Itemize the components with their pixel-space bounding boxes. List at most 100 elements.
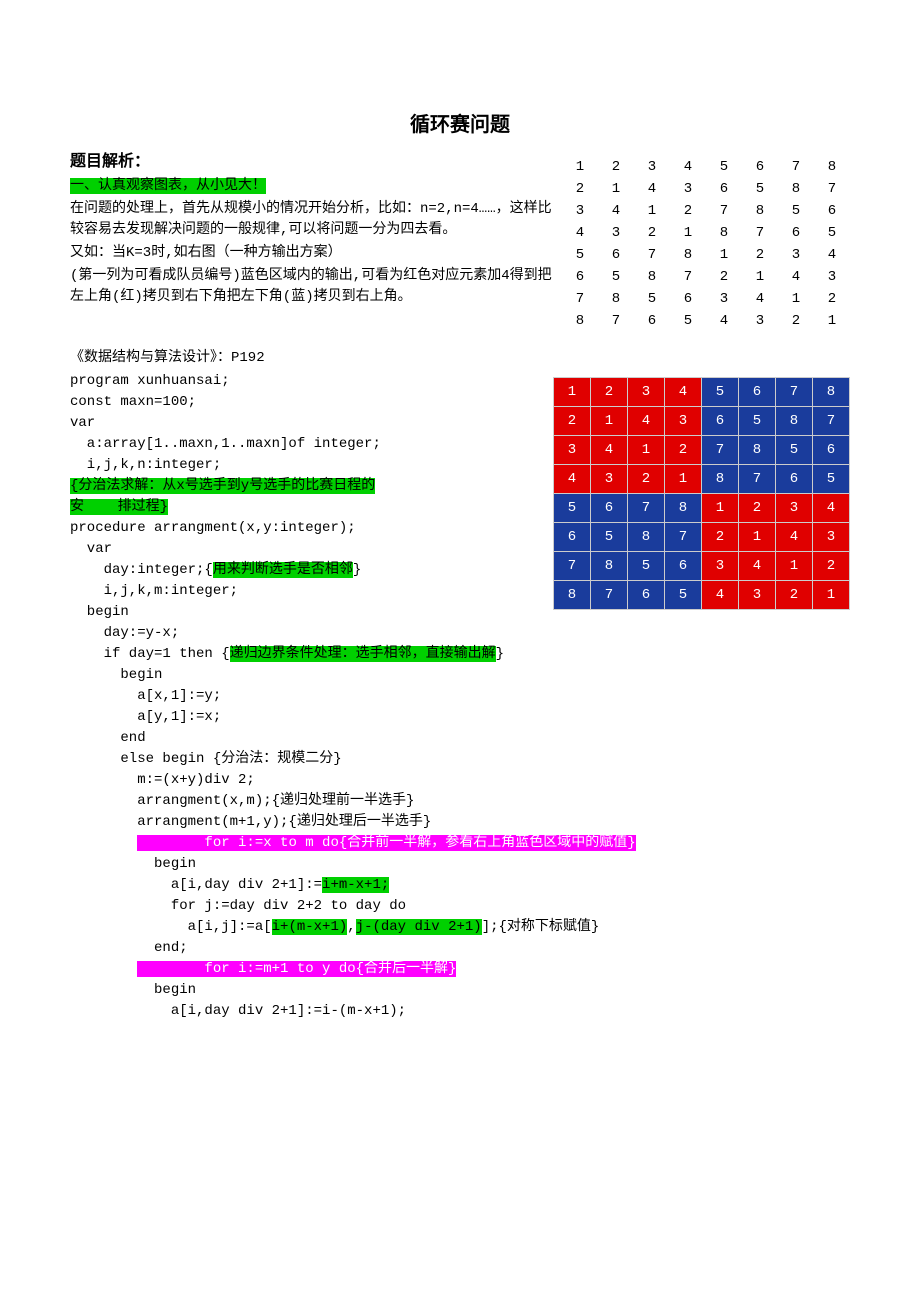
grid-cell: 2 [598, 156, 634, 178]
grid-cell: 6 [776, 465, 813, 494]
code-line: if day=1 then { [70, 646, 230, 662]
grid-cell: 1 [739, 523, 776, 552]
grid-cell: 3 [814, 266, 850, 288]
grid-cell: 8 [670, 244, 706, 266]
code-comment-hl: 安 排过程} [70, 499, 168, 515]
grid-cell: 3 [706, 288, 742, 310]
grid-cell: 3 [591, 465, 628, 494]
grid-cell: 8 [813, 378, 850, 407]
code-line: m:=(x+y)div 2; [70, 772, 255, 788]
code-line: a[i,j]:=a[ [70, 919, 272, 935]
code-line: begin [70, 856, 196, 872]
grid-cell: 3 [670, 178, 706, 200]
grid-cell: 5 [562, 244, 598, 266]
grid-cell: 3 [598, 222, 634, 244]
grid-cell: 7 [776, 378, 813, 407]
code-line: a[i,day div 2+1]:= [70, 877, 322, 893]
grid-cell: 5 [776, 436, 813, 465]
code-line: program xunhuansai; [70, 373, 230, 389]
grid-cell: 6 [562, 266, 598, 288]
code-line: a[i,day div 2+1]:=i-(m-x+1); [70, 1003, 406, 1019]
grid-cell: 7 [813, 407, 850, 436]
grid-cell: 2 [778, 310, 814, 332]
grid-cell: 8 [562, 310, 598, 332]
grid-cell: 3 [665, 407, 702, 436]
grid-cell: 2 [554, 407, 591, 436]
grid-cell: 3 [562, 200, 598, 222]
grid-cell: 4 [562, 222, 598, 244]
grid-cell: 2 [628, 465, 665, 494]
grid-cell: 8 [742, 200, 778, 222]
grid-cell: 3 [776, 494, 813, 523]
grid-cell: 1 [670, 222, 706, 244]
grid-cell: 2 [706, 266, 742, 288]
grid-cell: 4 [591, 436, 628, 465]
grid-cell: 8 [776, 407, 813, 436]
grid-cell: 8 [778, 178, 814, 200]
grid-cell: 8 [554, 581, 591, 610]
grid-cell: 3 [778, 244, 814, 266]
grid-cell: 4 [670, 156, 706, 178]
grid-cell: 1 [665, 465, 702, 494]
grid-cell: 2 [776, 581, 813, 610]
grid-cell: 7 [742, 222, 778, 244]
code-line-hl: for i:=x to m do{合并前一半解，参看右上角蓝色区域中的赋值} [137, 835, 635, 851]
grid-cell: 2 [665, 436, 702, 465]
grid-cell: 4 [702, 581, 739, 610]
grid-cell: 6 [706, 178, 742, 200]
code-comment-hl: {分治法求解：从x号选手到y号选手的比赛日程的 [70, 478, 375, 494]
code-line: var [70, 541, 112, 557]
code-line: ];{对称下标赋值} [482, 919, 600, 935]
grid-cell: 7 [562, 288, 598, 310]
grid-cell: 5 [634, 288, 670, 310]
grid-cell: 3 [628, 378, 665, 407]
grid-cell: 5 [670, 310, 706, 332]
grid-cell: 1 [634, 200, 670, 222]
color-schedule-grid: 1234567821436587341278564321876556781234… [553, 377, 850, 610]
grid-cell: 7 [554, 552, 591, 581]
grid-cell: 5 [813, 465, 850, 494]
code-line: const maxn=100; [70, 394, 196, 410]
grid-cell: 3 [742, 310, 778, 332]
grid-cell: 5 [742, 178, 778, 200]
code-line: procedure arrangment(x,y:integer); [70, 520, 356, 536]
code-line: , [347, 919, 355, 935]
code-line: end [70, 730, 146, 746]
grid-cell: 7 [634, 244, 670, 266]
code-line: a:array[1..maxn,1..maxn]of integer; [70, 436, 381, 452]
grid-cell: 2 [742, 244, 778, 266]
grid-cell: 7 [628, 494, 665, 523]
grid-cell: 5 [628, 552, 665, 581]
grid-cell: 5 [814, 222, 850, 244]
code-line: else begin {分治法：规模二分} [70, 751, 342, 767]
code-line: begin [70, 604, 129, 620]
code-line: i,j,k,n:integer; [70, 457, 221, 473]
grid-cell: 1 [813, 581, 850, 610]
grid-cell: 8 [814, 156, 850, 178]
code-line [70, 961, 137, 977]
grid-cell: 7 [670, 266, 706, 288]
grid-cell: 1 [742, 266, 778, 288]
grid-cell: 5 [591, 523, 628, 552]
code-line: end; [70, 940, 188, 956]
grid-cell: 2 [562, 178, 598, 200]
grid-cell: 5 [706, 156, 742, 178]
grid-cell: 6 [739, 378, 776, 407]
grid-cell: 1 [814, 310, 850, 332]
code-expr-hl: i+(m-x+1) [272, 919, 348, 935]
grid-cell: 5 [554, 494, 591, 523]
grid-cell: 7 [778, 156, 814, 178]
grid-cell: 4 [665, 378, 702, 407]
grid-cell: 6 [634, 310, 670, 332]
grid-cell: 2 [634, 222, 670, 244]
grid-cell: 8 [634, 266, 670, 288]
grid-cell: 2 [591, 378, 628, 407]
grid-cell: 1 [778, 288, 814, 310]
grid-cell: 3 [739, 581, 776, 610]
grid-cell: 6 [591, 494, 628, 523]
grid-cell: 6 [554, 523, 591, 552]
grid-cell: 2 [702, 523, 739, 552]
grid-cell: 4 [814, 244, 850, 266]
grid-cell: 7 [814, 178, 850, 200]
grid-cell: 4 [554, 465, 591, 494]
